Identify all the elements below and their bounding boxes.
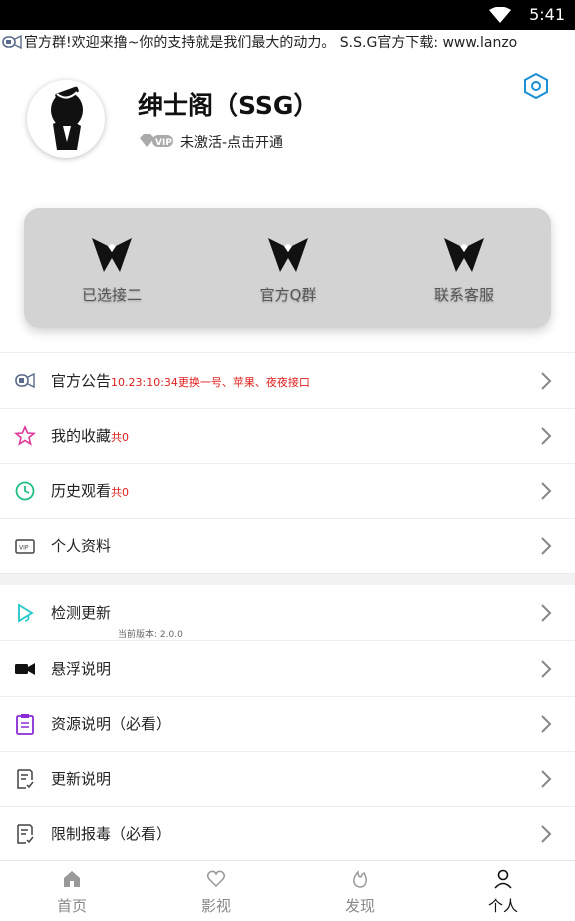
menu-note: 10.23:10:34更换一号、苹果、夜夜接口 — [111, 376, 310, 389]
svg-text:VIP: VIP — [155, 138, 172, 148]
menu-item-announcement[interactable]: 官方公告10.23:10:34更换一号、苹果、夜夜接口 — [0, 353, 575, 409]
avatar[interactable] — [27, 80, 105, 158]
nav-home[interactable]: 首页 — [0, 869, 144, 916]
status-bar: 5:41 — [0, 0, 575, 30]
wifi-icon — [489, 7, 511, 23]
flame-icon — [353, 870, 367, 888]
vip-badge-icon: VIP — [140, 134, 173, 148]
svg-text:VIP: VIP — [19, 545, 29, 552]
nav-discover[interactable]: 发现 — [288, 869, 432, 916]
suit-icon — [92, 238, 132, 272]
nav-label: 发现 — [344, 897, 375, 915]
quick-actions-card: 已选接二 官方Q群 联系客服 — [24, 208, 551, 328]
menu-item-check-update[interactable]: 检测更新 当前版本: 2.0.0 — [0, 585, 575, 641]
chevron-right-icon — [541, 537, 552, 555]
chevron-right-icon — [541, 825, 552, 843]
menu-label: 资源说明（必看） — [51, 715, 172, 733]
version-text: 当前版本: 2.0.0 — [118, 630, 183, 640]
chevron-right-icon — [541, 770, 552, 788]
menu-item-resource-guide[interactable]: 资源说明（必看） — [0, 696, 575, 752]
menu-item-float-guide[interactable]: 悬浮说明 — [0, 641, 575, 697]
clock-icon — [15, 481, 35, 501]
notice-text: 官方群!欢迎来撸~你的支持就是我们最大的动力。 S.S.G官方下载: www.l… — [24, 35, 518, 51]
menu-note: 共0 — [111, 431, 130, 444]
document-check-icon — [17, 824, 34, 844]
update-icon — [18, 603, 34, 623]
chevron-right-icon — [541, 715, 552, 733]
menu-item-profile[interactable]: VIP 个人资料 — [0, 518, 575, 574]
menu-label: 我的收藏 — [51, 427, 112, 445]
nav-label: 个人 — [487, 897, 518, 915]
chevron-right-icon — [541, 427, 552, 445]
section-gap — [0, 574, 575, 585]
menu-label: 个人资料 — [51, 537, 112, 555]
menu-label: 更新说明 — [51, 770, 112, 788]
clock-text: 5:41 — [529, 5, 565, 24]
nav-movies[interactable]: 影视 — [144, 869, 288, 916]
clipboard-icon — [16, 714, 34, 735]
chevron-right-icon — [541, 372, 552, 390]
video-camera-icon — [15, 663, 35, 675]
chevron-right-icon — [541, 482, 552, 500]
nav-label: 影视 — [200, 897, 231, 915]
heart-icon — [206, 870, 226, 888]
suit-icon — [268, 238, 308, 272]
menu-label: 悬浮说明 — [51, 660, 112, 678]
home-icon — [64, 871, 80, 887]
menu-note: 共0 — [111, 486, 130, 499]
megaphone-icon — [2, 34, 22, 50]
nav-label: 首页 — [56, 897, 87, 915]
menu-label: 官方公告 — [51, 372, 112, 390]
menu-item-changelog[interactable]: 更新说明 — [0, 751, 575, 807]
notice-marquee[interactable]: 官方群!欢迎来撸~你的支持就是我们最大的动力。 S.S.G官方下载: www.l… — [0, 30, 575, 56]
suit-icon — [444, 238, 484, 272]
menu-item-antivirus-note[interactable]: 限制报毒（必看） — [0, 806, 575, 862]
nav-personal[interactable]: 个人 — [431, 869, 575, 916]
quick-action-label: 已选接二 — [81, 286, 142, 304]
quick-action-label: 联系客服 — [433, 286, 494, 304]
menu-label: 检测更新 — [51, 604, 112, 622]
vip-card-icon: VIP — [15, 539, 35, 554]
chevron-right-icon — [541, 604, 552, 622]
settings-hexagon-icon[interactable] — [523, 72, 549, 100]
person-icon — [494, 869, 512, 889]
quick-action-support[interactable]: 联系客服 — [376, 236, 552, 305]
document-check-icon — [17, 769, 34, 789]
bottom-nav: 首页 影视 发现 个人 — [0, 860, 575, 921]
menu-item-history[interactable]: 历史观看共0 — [0, 463, 575, 519]
quick-action-selected-line[interactable]: 已选接二 — [24, 236, 200, 305]
star-icon — [14, 425, 36, 446]
activation-status[interactable]: 未激活-点击开通 — [180, 132, 283, 152]
quick-action-qq-group[interactable]: 官方Q群 — [200, 236, 376, 305]
quick-action-label: 官方Q群 — [259, 286, 317, 304]
app-title: 绅士阁（SSG） — [138, 91, 319, 120]
megaphone-icon — [15, 372, 35, 389]
menu-label: 历史观看 — [51, 482, 112, 500]
gentleman-logo-icon — [51, 86, 83, 150]
menu-label: 限制报毒（必看） — [51, 825, 172, 843]
chevron-right-icon — [541, 660, 552, 678]
menu-item-favorites[interactable]: 我的收藏共0 — [0, 408, 575, 464]
